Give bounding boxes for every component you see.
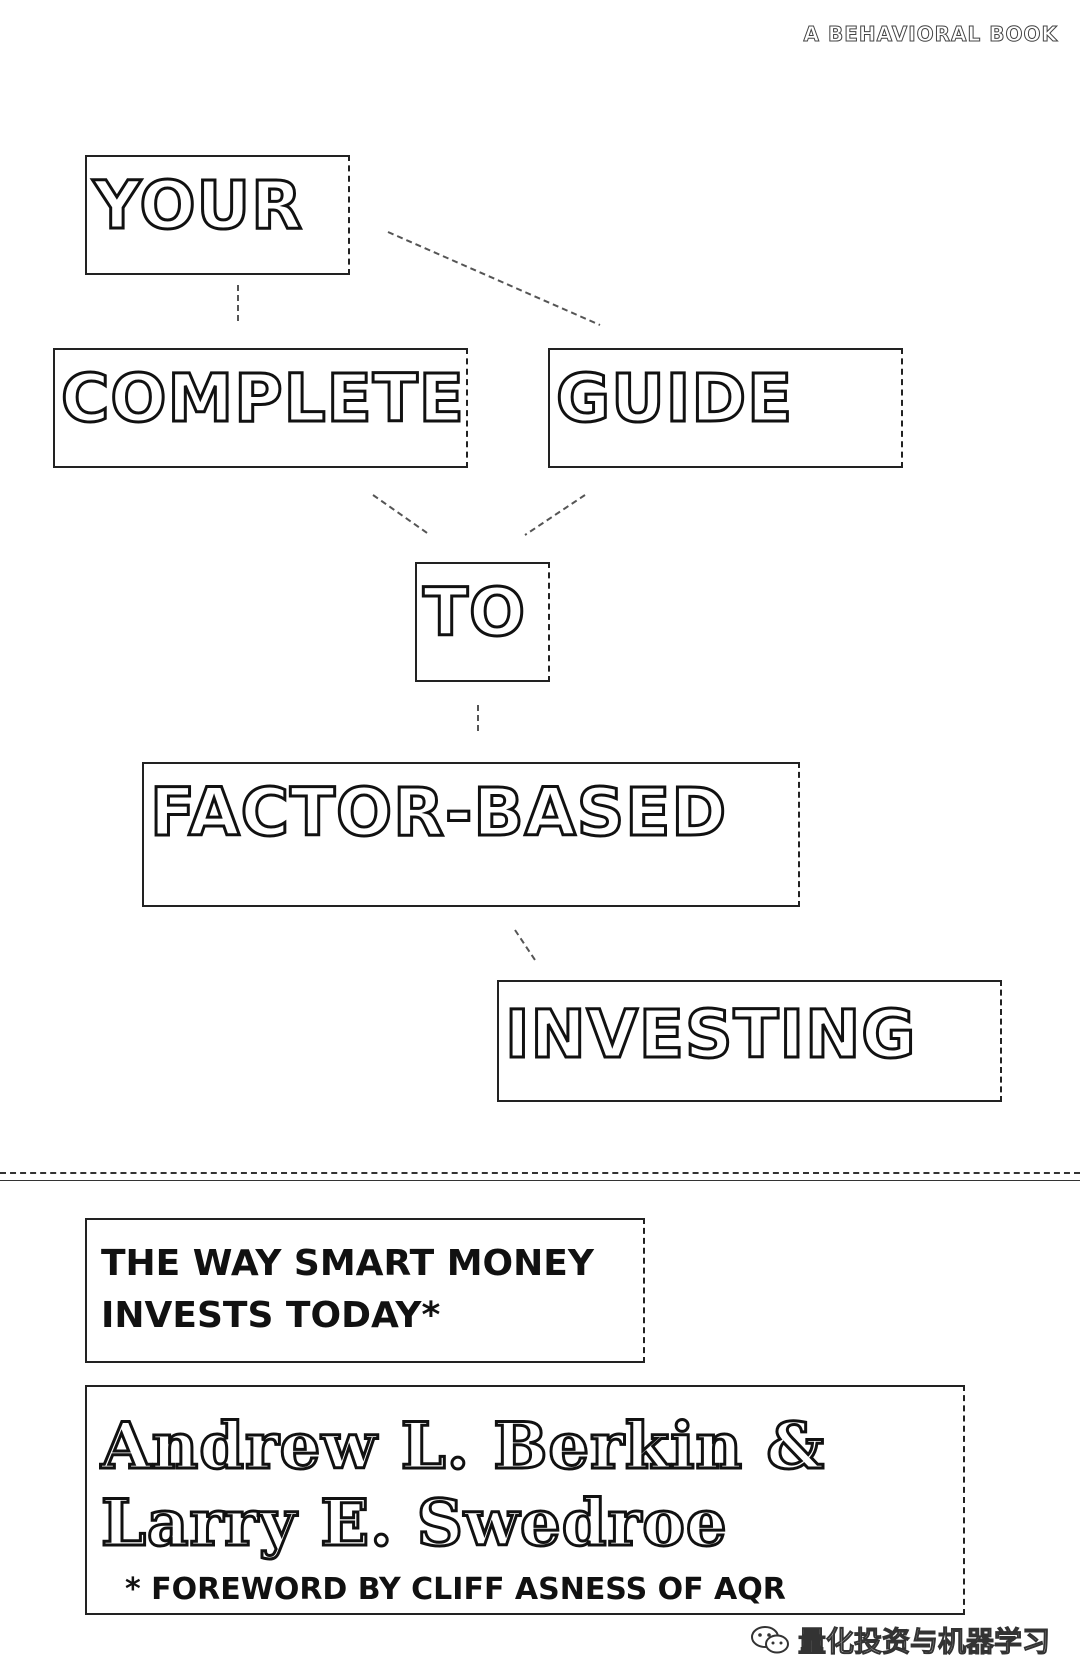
author-line-1: Andrew L. Berkin &: [99, 1409, 826, 1484]
author-line-2: Larry E. Swedroe: [100, 1486, 729, 1561]
title-word-factor-based: FACTOR-BASED: [148, 774, 728, 851]
subtitle-box: THE WAY SMART MONEY INVESTS TODAY*: [85, 1218, 645, 1363]
title-box-to: TO: [415, 562, 550, 682]
title-box-complete: COMPLETE: [53, 348, 468, 468]
title-box-factor-based: FACTOR-BASED: [142, 762, 800, 907]
title-word-guide: GUIDE: [554, 360, 794, 437]
watermark: 量化投资与机器学习: [750, 1620, 1051, 1660]
wechat-icon: [750, 1626, 789, 1654]
title-box-your: YOUR: [85, 155, 350, 275]
watermark-text: 量化投资与机器学习: [797, 1625, 1050, 1659]
subtitle: THE WAY SMART MONEY INVESTS TODAY*: [101, 1243, 594, 1336]
title-word-investing: INVESTING: [503, 996, 917, 1073]
title-box-guide: GUIDE: [548, 348, 903, 468]
foreword-credit: * FOREWORD BY CLIFF ASNESS OF AQR: [125, 1572, 786, 1607]
title-word-your: YOUR: [92, 167, 304, 244]
title-word-to: TO: [421, 574, 527, 651]
title-word-complete: COMPLETE: [60, 360, 466, 437]
title-box-investing: INVESTING: [497, 980, 1002, 1102]
divider-rule: [0, 1172, 1080, 1174]
author-box: Andrew L. Berkin & Larry E. Swedroe * FO…: [85, 1385, 965, 1615]
divider-rule-2: [0, 1180, 1080, 1181]
